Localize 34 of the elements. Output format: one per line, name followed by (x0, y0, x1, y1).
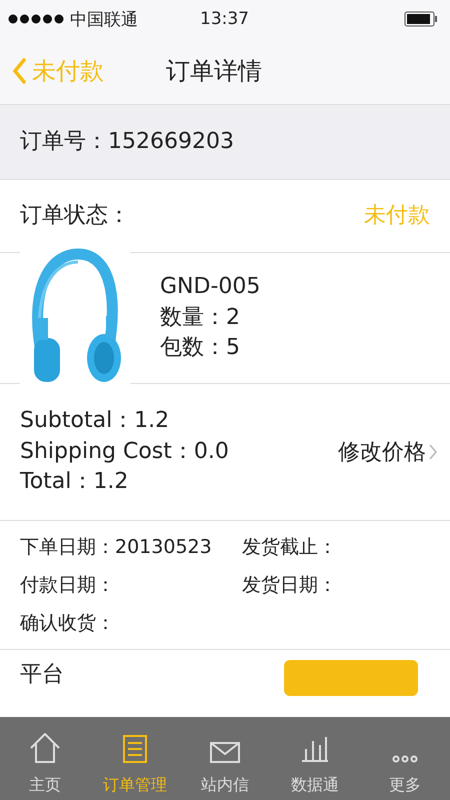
order-status-value: 未付款 (364, 202, 430, 230)
chart-icon (301, 736, 329, 763)
back-chevron-icon (12, 58, 26, 84)
tab[interactable]: 站内信 (185, 717, 265, 800)
product-model: GND-005 (160, 272, 260, 301)
clock-time: 13:37 (200, 9, 250, 29)
action-button[interactable] (284, 660, 418, 696)
list-icon (123, 735, 147, 763)
page-title: 订单详情 (166, 56, 262, 87)
more-icon (392, 755, 418, 763)
date-field: 发货截止： (242, 534, 430, 560)
date-field: 下单日期：20130523 (20, 534, 242, 560)
price-line: Subtotal：1.2 (20, 406, 170, 435)
price-line: Shipping Cost：0.0 (20, 438, 229, 466)
battery-icon (404, 11, 438, 27)
package-count: 包数：5 (160, 334, 241, 362)
carrier-name: 中国联通 (70, 8, 138, 30)
date-field: 付款日期： (20, 572, 242, 598)
product-quantity: 数量：2 (160, 304, 241, 332)
tab[interactable]: 更多 (365, 717, 445, 800)
date-field: 确认收货： (20, 610, 242, 636)
chevron-right-icon (428, 442, 438, 462)
tab[interactable]: 数据通 (275, 717, 355, 800)
tab[interactable]: 订单管理 (95, 717, 175, 800)
home-icon (30, 733, 60, 763)
mail-icon (210, 742, 240, 763)
signal-icon (8, 14, 66, 24)
order-status-label: 订单状态： (20, 202, 130, 230)
edit-price-link[interactable]: 修改价格 (338, 437, 438, 467)
date-field: 发货日期： (242, 572, 430, 598)
order-number: 订单号：152669203 (20, 128, 234, 156)
price-line: Total：1.2 (20, 468, 130, 496)
platform-label: 平台 (20, 661, 64, 689)
tab[interactable]: 主页 (5, 717, 85, 800)
